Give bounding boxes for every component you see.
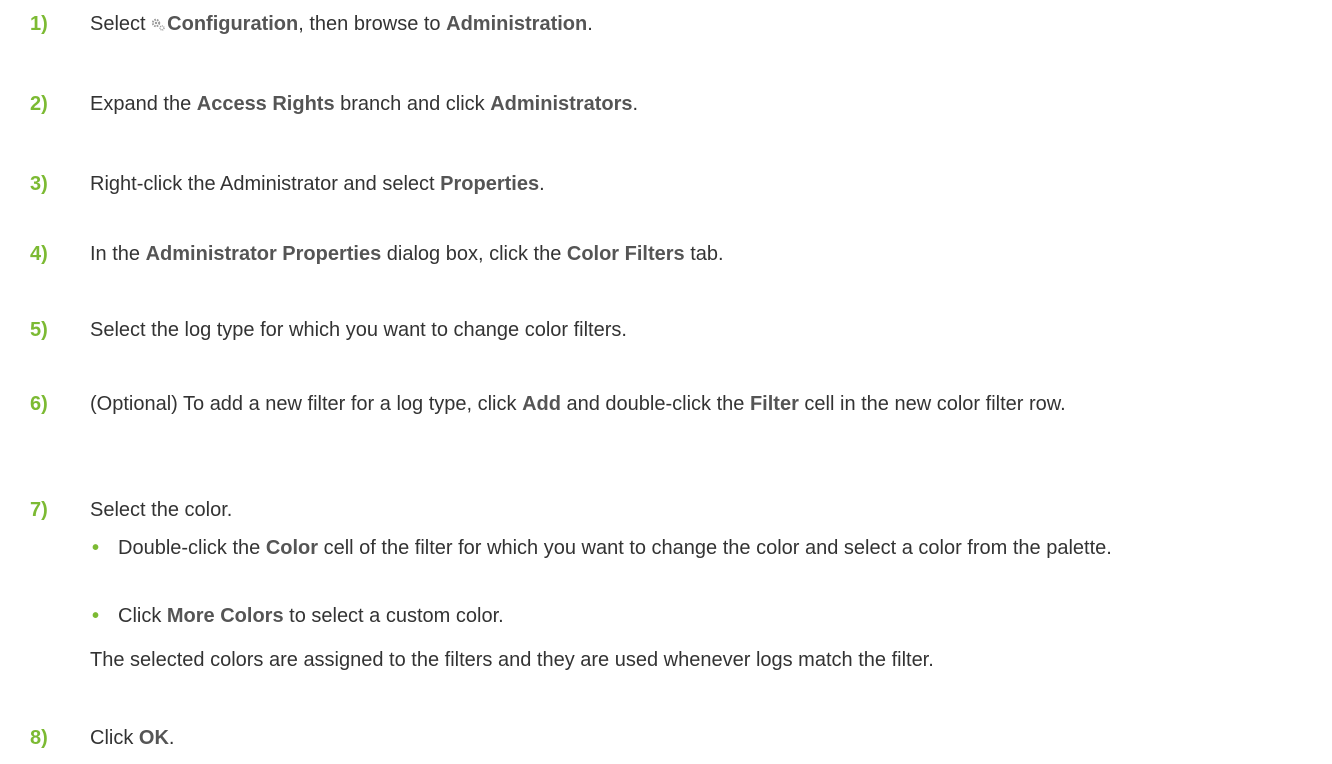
bullet-marker: • [92,605,100,627]
step-number: 2) [30,93,48,115]
ui-term-administrators: Administrators [490,93,633,115]
step-number: 6) [30,393,48,415]
ui-term-configuration: Configuration [151,13,298,35]
ui-term-filter: Filter [749,393,799,415]
step-text: Select the color. [90,499,233,521]
ui-term-more-colors: More Colors [166,605,284,627]
step-number: 3) [30,173,48,195]
step-number: 5) [30,319,48,341]
step-number: 8) [30,727,48,749]
ui-term-add: Add [522,393,561,415]
gear-icon [151,18,165,31]
bullet-text: Double-click the Color cell of the filte… [118,537,1112,559]
step-text: Expand the Access Rights branch and clic… [90,93,639,115]
ui-term-color: Color [265,537,319,559]
step-text: (Optional) To add a new filter for a log… [90,393,1066,415]
ui-term-ok: OK [138,727,169,749]
step-number: 7) [30,499,48,521]
step-text: Select Configuration, then browse to Adm… [90,13,593,35]
step-text: Right-click the Administrator and select… [90,173,545,195]
ui-term-administration: Administration [446,13,588,35]
step-number: 1) [30,13,48,35]
step-text: In the Administrator Properties dialog b… [90,243,724,265]
step-number: 4) [30,243,48,265]
step-note: The selected colors are assigned to the … [90,649,934,671]
ui-term-administrator-properties: Administrator Properties [145,243,382,265]
step-text: Click OK. [90,727,175,749]
ui-term-color-filters: Color Filters [566,243,685,265]
ui-term-access-rights: Access Rights [196,93,335,115]
ui-term-properties: Properties [440,173,540,195]
bullet-text: Click More Colors to select a custom col… [118,605,504,627]
bullet-marker: • [92,537,100,559]
step-text: Select the log type for which you want t… [90,319,627,341]
